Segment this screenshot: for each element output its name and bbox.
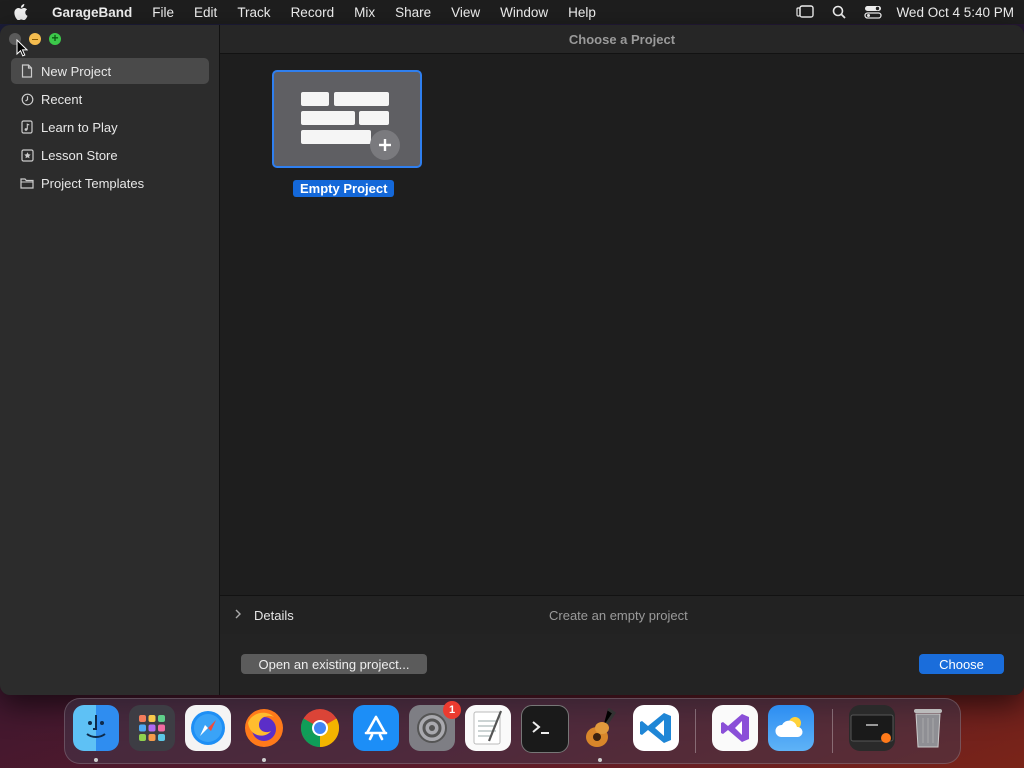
terminal-icon — [532, 721, 549, 734]
details-toggle[interactable]: Details — [254, 608, 294, 623]
dock-trash[interactable] — [905, 705, 951, 751]
sidebar-item-recent[interactable]: Recent — [11, 86, 209, 112]
app-store-icon — [364, 715, 388, 741]
menu-track[interactable]: Track — [227, 5, 280, 20]
dock-safari[interactable] — [185, 705, 231, 751]
project-description: Create an empty project — [549, 607, 688, 623]
stage-manager-icon[interactable] — [788, 5, 822, 19]
details-bar: Details Create an empty project — [220, 595, 1024, 635]
empty-project-label[interactable]: Empty Project — [293, 180, 395, 197]
thumbnail-block — [359, 111, 389, 125]
menu-share[interactable]: Share — [385, 5, 441, 20]
plus-icon — [370, 130, 400, 160]
dock-launchpad[interactable] — [129, 705, 175, 751]
menu-mix[interactable]: Mix — [344, 5, 385, 20]
dock-recent-window[interactable] — [849, 705, 895, 751]
safari-icon — [191, 711, 225, 745]
dock-app-store[interactable] — [353, 705, 399, 751]
dock-firefox[interactable] — [241, 705, 287, 751]
vscode-icon — [640, 713, 671, 743]
star-box-icon — [20, 148, 34, 162]
choose-button[interactable]: Choose — [919, 654, 1004, 674]
firefox-icon — [245, 709, 283, 747]
guitar-icon — [586, 707, 617, 747]
dock-separator — [832, 709, 833, 753]
menu-edit[interactable]: Edit — [184, 5, 227, 20]
empty-project-thumbnail[interactable] — [272, 70, 422, 168]
menu-bar: GarageBand File Edit Track Record Mix Sh… — [0, 0, 1024, 24]
dock-weather[interactable] — [768, 705, 814, 751]
dock-finder[interactable] — [73, 705, 119, 751]
running-indicator — [262, 758, 266, 762]
dock-terminal[interactable] — [521, 705, 569, 753]
finder-icon — [86, 715, 106, 738]
dock-vscode[interactable] — [633, 705, 679, 751]
menu-file[interactable]: File — [142, 5, 184, 20]
music-note-icon — [20, 120, 34, 134]
launchpad-icon — [139, 715, 165, 741]
dock-system-settings[interactable]: 1 — [409, 701, 461, 751]
running-indicator — [94, 758, 98, 762]
sidebar-item-label: Recent — [41, 91, 83, 107]
window-title: Choose a Project — [220, 25, 1024, 54]
trash-icon — [914, 709, 942, 748]
clock-icon — [20, 92, 34, 106]
textedit-icon — [473, 710, 503, 745]
thumbnail-block — [301, 111, 355, 125]
chrome-icon — [300, 709, 340, 748]
sidebar-item-learn-to-play[interactable]: Learn to Play — [11, 114, 209, 140]
visual-studio-icon — [721, 714, 749, 742]
menu-clock[interactable]: Wed Oct 4 5:40 PM — [890, 5, 1014, 20]
project-chooser-window: New Project Recent Learn to Play Lesson … — [0, 25, 1024, 695]
sidebar-item-project-templates[interactable]: Project Templates — [11, 170, 209, 196]
menu-view[interactable]: View — [441, 5, 490, 20]
zoom-window-button[interactable] — [49, 31, 61, 45]
minimize-window-button[interactable] — [29, 33, 41, 45]
window-thumbnail-icon — [850, 714, 894, 743]
dock-textedit[interactable] — [465, 705, 511, 751]
thumbnail-block — [301, 130, 371, 144]
mouse-pointer-icon — [16, 38, 29, 62]
chevron-right-icon[interactable] — [234, 608, 244, 622]
main-pane: Choose a Project Empty Project Details C… — [220, 25, 1024, 695]
sidebar-item-label: Learn to Play — [41, 119, 118, 135]
dock-garageband[interactable] — [577, 705, 623, 751]
dock-visual-studio[interactable] — [712, 705, 758, 751]
sidebar-item-label: Project Templates — [41, 175, 145, 191]
menu-app-name[interactable]: GarageBand — [46, 5, 142, 20]
sidebar-item-label: New Project — [41, 63, 112, 79]
thumbnail-block — [301, 92, 329, 106]
running-indicator — [598, 758, 602, 762]
menu-window[interactable]: Window — [490, 5, 558, 20]
control-center-icon[interactable] — [856, 5, 890, 19]
weather-icon — [775, 717, 803, 737]
document-icon — [20, 64, 34, 78]
notification-badge: 1 — [443, 701, 461, 719]
menu-record[interactable]: Record — [281, 5, 345, 20]
apple-menu-icon[interactable] — [14, 4, 38, 20]
empty-project-tile[interactable]: Empty Project — [272, 70, 422, 197]
menu-help[interactable]: Help — [558, 5, 606, 20]
folder-icon — [20, 176, 34, 190]
search-icon[interactable] — [822, 5, 856, 19]
sidebar-item-label: Lesson Store — [41, 147, 118, 163]
sidebar-item-lesson-store[interactable]: Lesson Store — [11, 142, 209, 168]
thumbnail-block — [334, 92, 389, 106]
footer-bar: Open an existing project... Choose — [220, 634, 1024, 695]
sidebar: New Project Recent Learn to Play Lesson … — [0, 25, 220, 695]
dock-chrome[interactable] — [297, 705, 343, 751]
open-existing-project-button[interactable]: Open an existing project... — [241, 654, 427, 674]
sidebar-list: New Project Recent Learn to Play Lesson … — [11, 58, 209, 198]
dock-separator — [695, 709, 696, 753]
dock: 1 — [64, 698, 961, 764]
sidebar-item-new-project[interactable]: New Project — [11, 58, 209, 84]
